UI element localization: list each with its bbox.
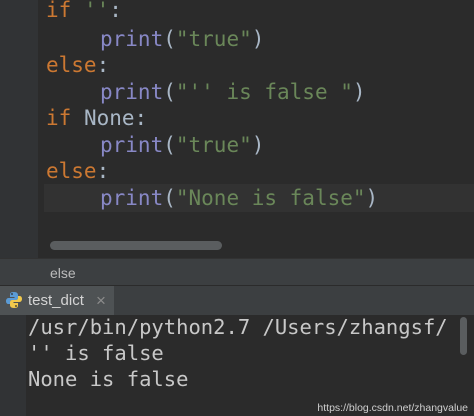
- close-icon[interactable]: ×: [96, 291, 106, 310]
- watermark: https://blog.csdn.net/zhangvalue: [317, 402, 468, 414]
- console-gutter: [0, 315, 26, 416]
- code-line[interactable]: else:: [46, 158, 109, 184]
- code-line[interactable]: if None:: [46, 105, 147, 131]
- keyword: else: [46, 159, 97, 183]
- builtin-function: print: [100, 133, 164, 157]
- fold-gutter: [38, 0, 44, 258]
- code-line[interactable]: print("None is false"): [46, 185, 378, 211]
- close-paren: ): [251, 27, 265, 51]
- colon: :: [109, 0, 122, 22]
- keyword: if: [46, 106, 72, 130]
- vertical-scrollbar-thumb[interactable]: [460, 317, 467, 355]
- run-tool-window-tabs: test_dict ×: [0, 285, 474, 316]
- code-line[interactable]: print("true"): [46, 26, 264, 52]
- open-paren: (: [163, 133, 176, 157]
- string-literal: "None is false": [175, 186, 366, 210]
- run-console[interactable]: /usr/bin/python2.7 /Users/zhangsf/ '' is…: [0, 315, 474, 416]
- string-literal: "true": [175, 27, 252, 51]
- code-line[interactable]: if '':: [46, 0, 122, 23]
- breadcrumb: else: [0, 258, 474, 286]
- none-constant: None: [83, 106, 135, 130]
- tab-label: test_dict: [28, 292, 84, 309]
- console-output-line: /usr/bin/python2.7 /Users/zhangsf/: [28, 315, 448, 339]
- string-literal: "'' is false ": [175, 80, 353, 104]
- string-literal: "true": [175, 133, 252, 157]
- code-line[interactable]: print("true"): [46, 132, 264, 158]
- keyword: if: [46, 0, 72, 22]
- close-paren: ): [365, 186, 379, 210]
- colon: :: [96, 159, 110, 183]
- tab-test-dict[interactable]: test_dict ×: [0, 286, 114, 315]
- console-output-line: None is false: [28, 367, 189, 391]
- builtin-function: print: [100, 27, 164, 51]
- string-literal: '': [83, 0, 110, 22]
- builtin-function: print: [100, 80, 164, 104]
- open-paren: (: [163, 80, 176, 104]
- open-paren: (: [163, 186, 176, 210]
- close-paren: ): [251, 133, 265, 157]
- code-line[interactable]: else:: [46, 52, 109, 78]
- console-output-line: '' is false: [28, 341, 164, 365]
- builtin-function: print: [100, 186, 164, 210]
- code-line[interactable]: print("'' is false "): [46, 79, 366, 105]
- colon: :: [134, 106, 148, 130]
- line-number-gutter: [0, 0, 39, 258]
- close-paren: ): [352, 80, 366, 104]
- breadcrumb-item[interactable]: else: [50, 263, 76, 283]
- horizontal-scrollbar-thumb[interactable]: [50, 241, 222, 250]
- keyword: else: [46, 53, 97, 77]
- open-paren: (: [163, 27, 176, 51]
- colon: :: [96, 53, 110, 77]
- code-editor[interactable]: if '': print("true") else: print("'' is …: [0, 0, 474, 258]
